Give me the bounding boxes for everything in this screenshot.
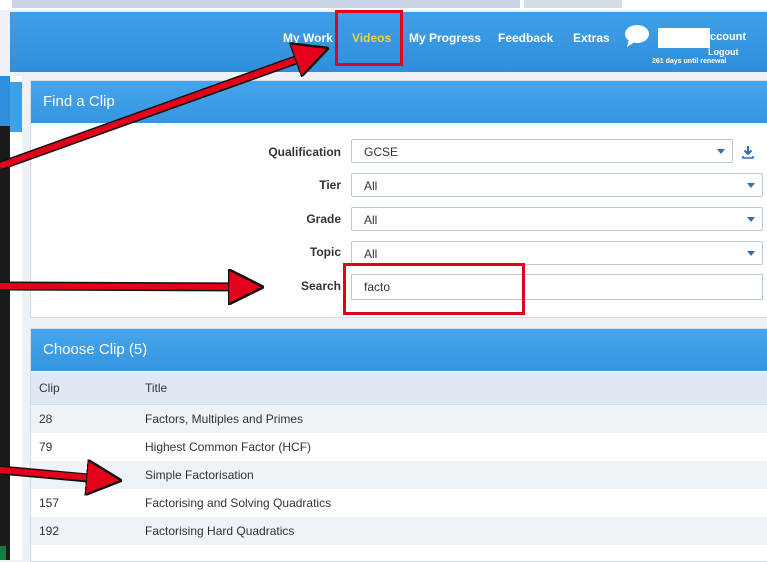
account-name-redacted	[658, 28, 710, 48]
topic-label: Topic	[309, 245, 341, 259]
left-edge-bar	[0, 76, 10, 560]
clip-title[interactable]: Factors, Multiples and Primes	[144, 404, 767, 433]
clip-number: 28	[31, 404, 144, 433]
clip-number: 157	[31, 489, 144, 517]
clip-title[interactable]: Factorising Hard Quadratics	[144, 517, 767, 545]
column-header-title[interactable]: Title	[144, 372, 767, 405]
clip-title[interactable]: Simple Factorisation	[144, 461, 767, 489]
grade-label: Grade	[306, 212, 341, 226]
clip-number: 79	[31, 433, 144, 461]
qualification-select[interactable]: GCSE	[351, 139, 733, 163]
table-row[interactable]: 192 Factorising Hard Quadratics	[31, 517, 767, 545]
nav-my-work[interactable]: My Work	[283, 31, 333, 45]
table-row[interactable]: Simple Factorisation	[31, 461, 767, 489]
nav-my-progress[interactable]: My Progress	[409, 31, 481, 45]
clip-number: 192	[31, 517, 144, 545]
highlight-box-search	[343, 263, 525, 315]
highlight-box-videos	[335, 10, 403, 66]
download-icon[interactable]	[741, 145, 755, 159]
nav-feedback[interactable]: Feedback	[498, 31, 553, 45]
topic-select[interactable]: All	[351, 241, 763, 265]
account-link[interactable]: ccount	[710, 31, 746, 43]
chevron-down-icon	[747, 183, 755, 188]
tier-value: All	[364, 179, 378, 193]
left-collapsed-panel	[10, 76, 22, 560]
find-clip-title: Find a Clip	[31, 81, 767, 123]
choose-clip-title: Choose Clip (5)	[31, 329, 767, 371]
chevron-down-icon	[747, 251, 755, 256]
topic-value: All	[364, 247, 378, 261]
tier-select[interactable]: All	[351, 173, 763, 197]
table-row[interactable]: 157 Factorising and Solving Quadratics	[31, 489, 767, 517]
grade-select[interactable]: All	[351, 207, 763, 231]
tier-label: Tier	[319, 178, 341, 192]
top-strip-segment	[524, 0, 622, 8]
grade-value: All	[364, 213, 378, 227]
logout-link[interactable]: Logout	[708, 47, 739, 57]
column-header-clip[interactable]: Clip	[31, 372, 144, 405]
search-label: Search	[300, 279, 341, 293]
choose-clip-panel: Choose Clip (5) Clip Title 28 Factors, M…	[30, 328, 767, 562]
renewal-text: 261 days until renewal	[652, 58, 727, 65]
top-strip-segment	[12, 0, 520, 8]
clip-title[interactable]: Factorising and Solving Quadratics	[144, 489, 767, 517]
browser-top-strip	[0, 0, 767, 10]
table-row[interactable]: 28 Factors, Multiples and Primes	[31, 404, 767, 433]
chat-bubble-icon[interactable]	[624, 24, 650, 48]
corner-marker	[0, 546, 6, 560]
chevron-down-icon	[747, 217, 755, 222]
clip-number	[31, 461, 144, 489]
clip-title[interactable]: Highest Common Factor (HCF)	[144, 433, 767, 461]
chevron-down-icon	[717, 149, 725, 154]
qualification-value: GCSE	[364, 145, 399, 159]
clips-table: Clip Title 28 Factors, Multiples and Pri…	[31, 372, 767, 545]
table-header-row: Clip Title	[31, 372, 767, 405]
nav-extras[interactable]: Extras	[573, 31, 610, 45]
qualification-label: Qualification	[268, 145, 341, 159]
table-row[interactable]: 79 Highest Common Factor (HCF)	[31, 433, 767, 461]
